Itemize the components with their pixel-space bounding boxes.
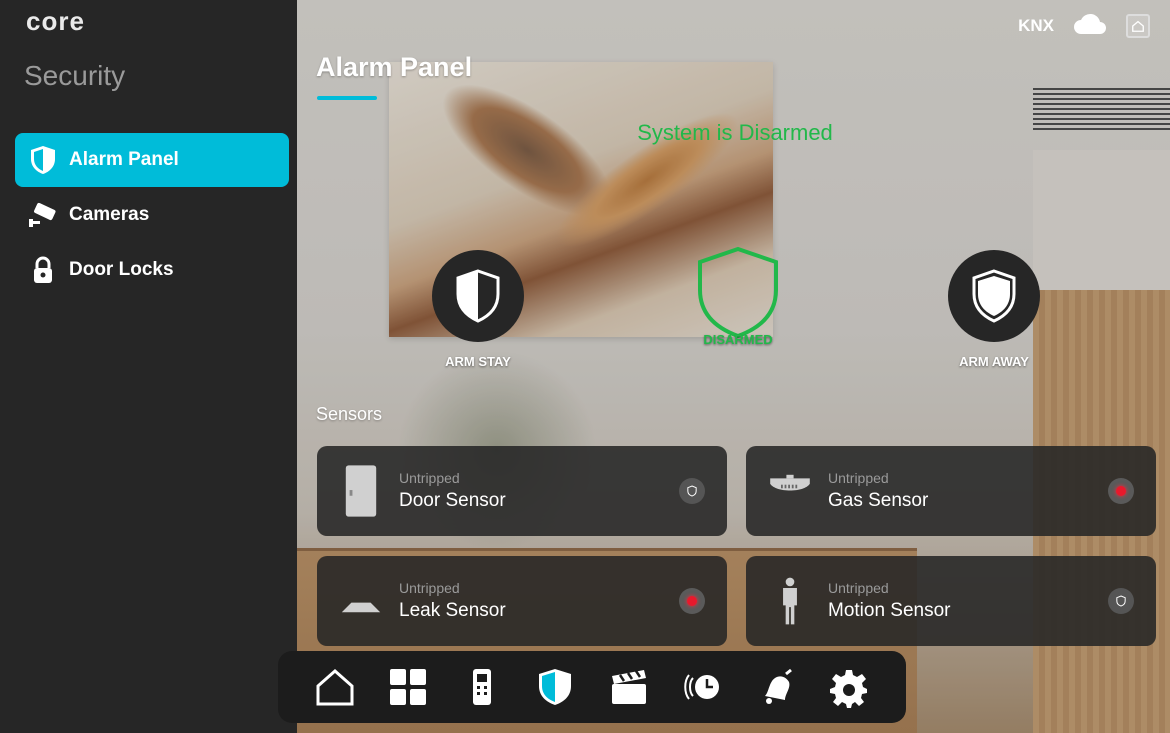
shield-icon — [539, 669, 572, 705]
sidebar-item-label: Cameras — [69, 204, 150, 225]
half-shield-icon — [456, 269, 500, 323]
title-underline — [317, 96, 377, 100]
sensor-name: Motion Sensor — [828, 600, 951, 621]
arm-stay-circle — [432, 250, 524, 342]
disarmed-circle — [692, 246, 784, 339]
protocol-label: KNX — [1018, 15, 1054, 35]
dock-notifications-button[interactable] — [751, 662, 801, 712]
camera-icon — [25, 197, 61, 233]
sensor-shield-indicator — [1108, 588, 1134, 614]
sidebar: core Security Alarm Panel Cameras Door L… — [0, 0, 297, 733]
arm-away-circle — [948, 250, 1040, 342]
dock-settings-button[interactable] — [824, 662, 874, 712]
sensor-name: Door Sensor — [399, 490, 506, 511]
gas-detector-icon — [766, 462, 814, 520]
sensor-state: Untripped — [828, 470, 889, 486]
alarm-indicator — [1108, 478, 1134, 504]
sensor-card-gas[interactable]: Untripped Gas Sensor — [746, 446, 1156, 536]
section-title: Security — [24, 60, 126, 91]
lock-icon — [25, 252, 61, 288]
clock-signal-icon — [684, 674, 720, 700]
door-icon — [337, 462, 385, 520]
page-title: Alarm Panel — [316, 52, 473, 82]
sidebar-item-label: Door Locks — [69, 259, 174, 280]
top-bar: KNX — [1018, 10, 1150, 41]
sensor-name: Leak Sensor — [399, 600, 506, 621]
home-icon[interactable] — [1126, 13, 1150, 38]
full-shield-icon — [972, 269, 1016, 323]
person-icon — [766, 572, 814, 630]
grid-icon — [390, 669, 427, 705]
sidebar-item-cameras[interactable]: Cameras — [15, 188, 289, 242]
sensor-name: Gas Sensor — [828, 490, 929, 511]
sensor-card-door[interactable]: Untripped Door Sensor — [317, 446, 727, 536]
intercom-icon — [472, 669, 491, 705]
bottom-dock — [278, 651, 906, 723]
bell-icon — [764, 668, 792, 704]
dock-rooms-button[interactable] — [383, 662, 433, 712]
alarm-indicator — [679, 588, 705, 614]
mode-label: ARM STAY — [445, 354, 511, 369]
clapperboard-icon — [611, 670, 646, 704]
mode-label: ARM AWAY — [959, 354, 1029, 369]
sensor-state: Untripped — [399, 580, 460, 596]
disarmed-shield-icon — [698, 246, 778, 339]
sidebar-item-door-locks[interactable]: Door Locks — [15, 243, 289, 297]
alarm-status: System is Disarmed — [637, 120, 833, 145]
sidebar-item-label: Alarm Panel — [69, 149, 179, 170]
mode-label: DISARMED — [703, 332, 773, 347]
dock-schedule-button[interactable] — [677, 662, 727, 712]
dock-scenes-button[interactable] — [604, 662, 654, 712]
sidebar-item-alarm-panel[interactable]: Alarm Panel — [15, 133, 289, 187]
leak-sensor-icon — [337, 572, 385, 630]
app-logo: core — [26, 6, 85, 36]
sensor-state: Untripped — [399, 470, 460, 486]
cloud-icon[interactable] — [1072, 10, 1108, 41]
home-icon — [316, 668, 354, 706]
dock-home-button[interactable] — [310, 662, 360, 712]
sensor-card-leak[interactable]: Untripped Leak Sensor — [317, 556, 727, 646]
sensor-card-motion[interactable]: Untripped Motion Sensor — [746, 556, 1156, 646]
sensor-state: Untripped — [828, 580, 889, 596]
sensor-shield-indicator — [679, 478, 705, 504]
gear-icon — [830, 670, 868, 708]
shield-icon — [25, 142, 61, 178]
arm-stay-button[interactable]: ARM STAY — [426, 250, 530, 369]
sensors-heading: Sensors — [316, 404, 383, 424]
dock-security-button[interactable] — [530, 662, 580, 712]
disarmed-button[interactable]: DISARMED — [686, 246, 790, 347]
dock-intercom-button[interactable] — [457, 662, 507, 712]
arm-away-button[interactable]: ARM AWAY — [942, 250, 1046, 369]
